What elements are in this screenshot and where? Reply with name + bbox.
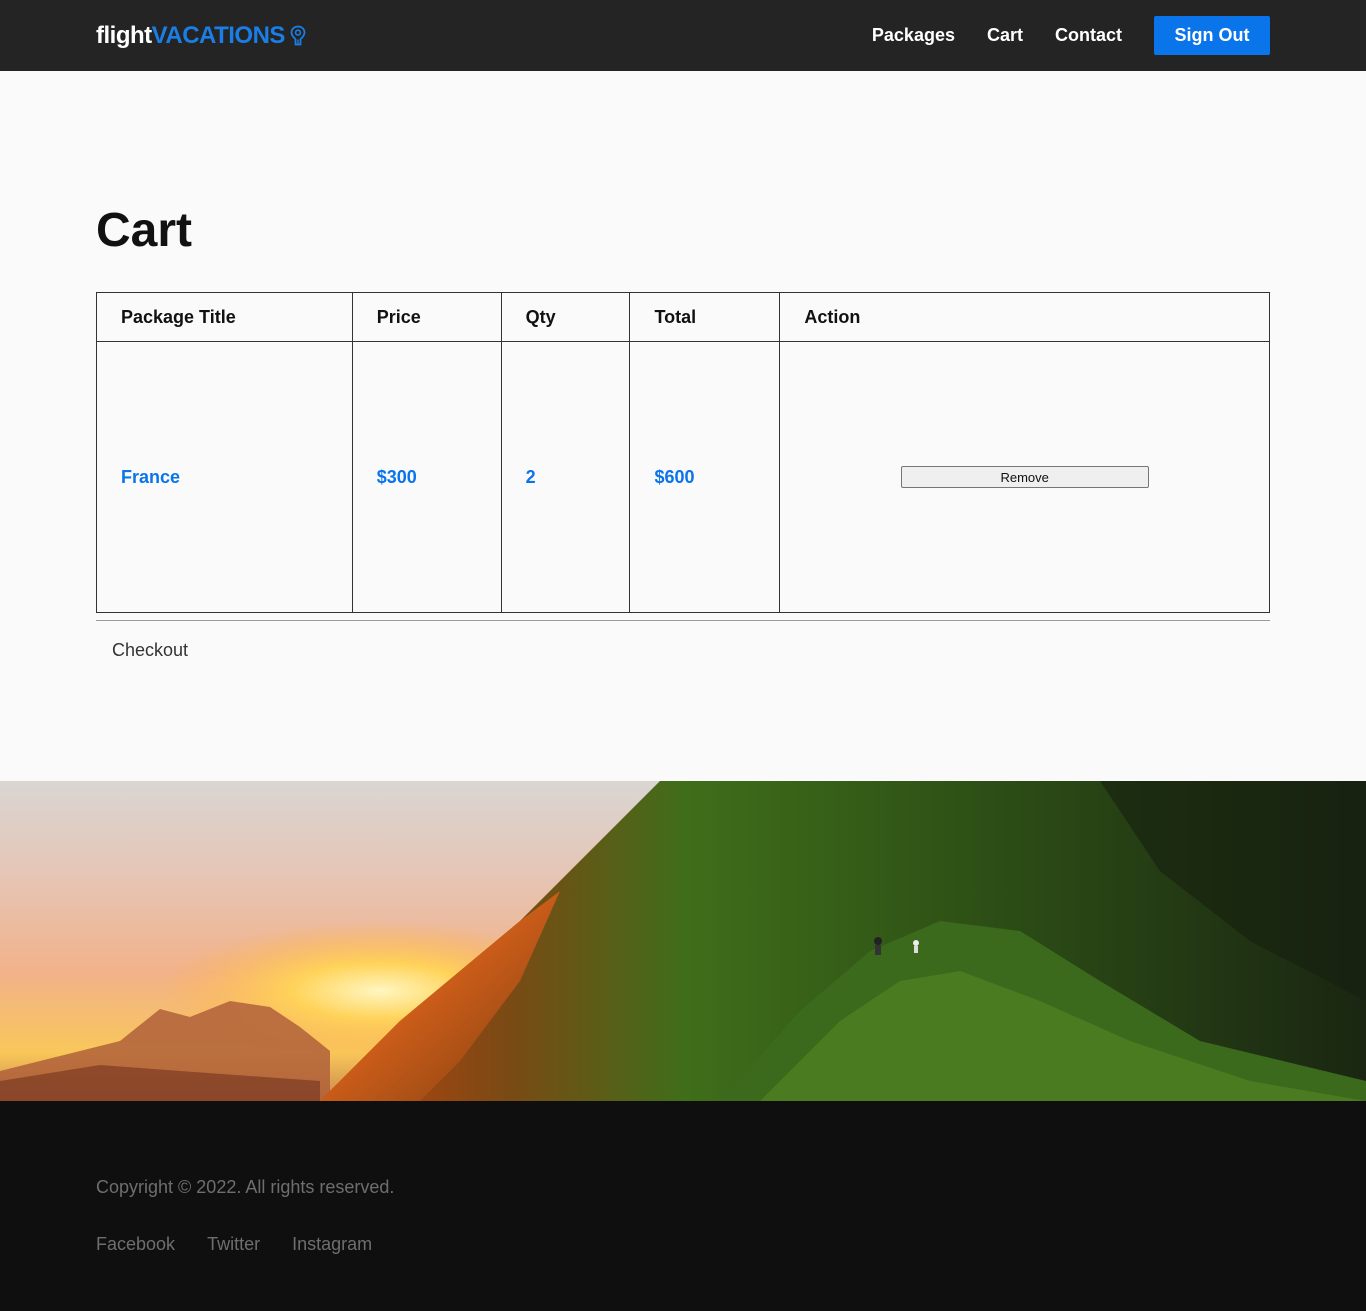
column-header-total: Total — [629, 292, 781, 342]
sign-out-button[interactable]: Sign Out — [1154, 16, 1270, 55]
column-header-action: Action — [779, 292, 1270, 342]
cell-action: Remove — [779, 341, 1270, 613]
table-header-row: Package Title Price Qty Total Action — [96, 292, 1270, 342]
cell-qty: 2 — [500, 341, 631, 613]
social-links: Facebook Twitter Instagram — [96, 1234, 404, 1255]
instagram-link[interactable]: Instagram — [292, 1234, 372, 1255]
landscape-banner-image — [0, 781, 1366, 1101]
remove-button[interactable]: Remove — [900, 466, 1149, 489]
copyright-text: Copyright © 2022. All rights reserved. — [96, 1177, 395, 1197]
cart-table: Package Title Price Qty Total Action Fra… — [96, 292, 1270, 613]
logo-text-vacations: VACATIONS — [151, 22, 286, 49]
column-header-price: Price — [351, 292, 502, 342]
table-row: France $300 2 $600 Remove — [96, 341, 1270, 613]
site-header: flight VACATIONS Packages Cart Contact Si… — [0, 0, 1366, 71]
page-title: Cart — [96, 204, 193, 257]
nav-cart[interactable]: Cart — [987, 25, 1023, 46]
divider — [96, 620, 1270, 621]
column-header-package-title: Package Title — [96, 292, 353, 342]
facebook-link[interactable]: Facebook — [96, 1234, 175, 1255]
nav-contact[interactable]: Contact — [1055, 25, 1122, 46]
twitter-link[interactable]: Twitter — [207, 1234, 260, 1255]
cell-price: $300 — [351, 341, 502, 613]
cell-total: $600 — [629, 341, 781, 613]
site-footer: Copyright © 2022. All rights reserved. F… — [0, 1101, 1366, 1311]
checkout-link[interactable]: Checkout — [112, 640, 188, 661]
nav-packages[interactable]: Packages — [872, 25, 955, 46]
cell-package-title: France — [96, 341, 353, 613]
column-header-qty: Qty — [500, 292, 631, 342]
main-nav: Packages Cart Contact Sign Out — [872, 16, 1270, 55]
logo[interactable]: flight VACATIONS — [96, 22, 306, 50]
map-pin-icon — [290, 25, 306, 47]
logo-text-flight: flight — [96, 22, 152, 49]
